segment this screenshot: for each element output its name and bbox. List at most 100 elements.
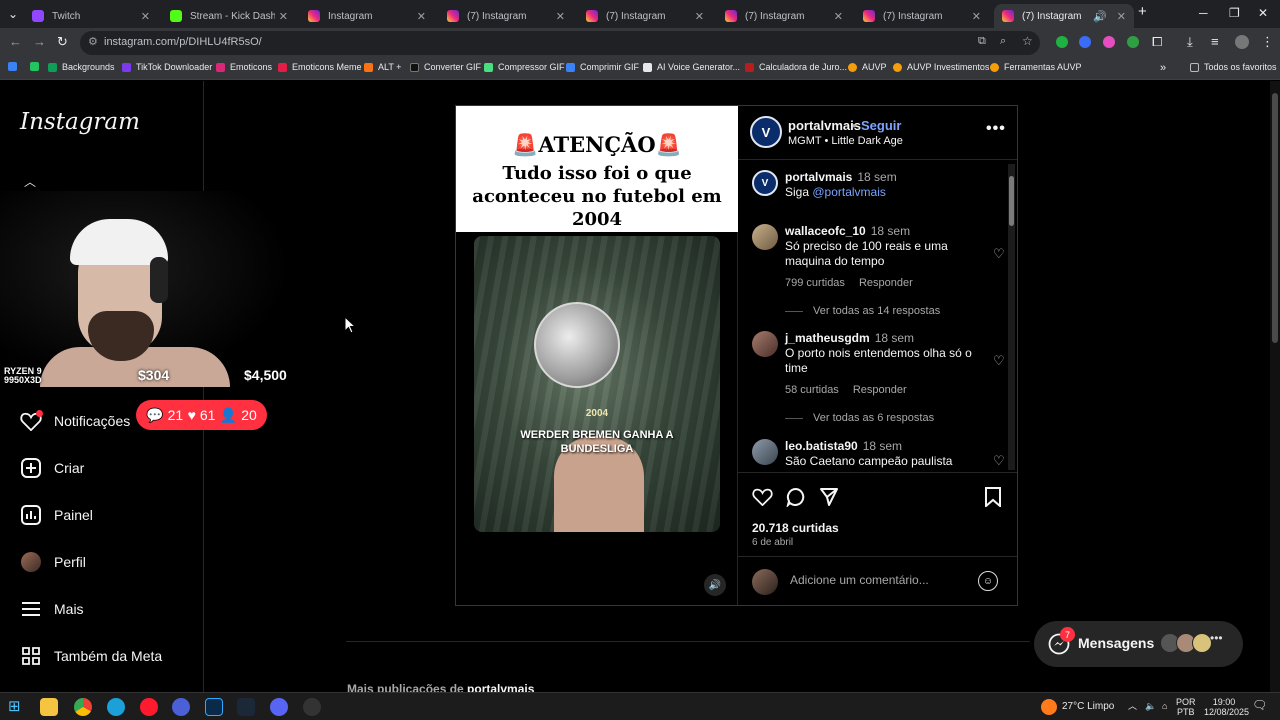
new-tab-button[interactable]: + <box>1138 3 1147 20</box>
tab-instagram[interactable]: (7) Instagram ✕ <box>578 4 712 28</box>
commenter-avatar[interactable] <box>752 224 778 250</box>
comment-username[interactable]: wallaceofc_10 18 sem <box>785 224 910 238</box>
forward-button[interactable]: → <box>33 34 46 49</box>
notification-counts-badge[interactable]: 💬 21 ♥ 61 👤 20 <box>136 400 267 430</box>
extension-icon[interactable] <box>1056 36 1068 48</box>
bookmark-item[interactable]: ALT + <box>364 62 401 72</box>
minimize-button[interactable]: ─ <box>1199 6 1208 20</box>
steam-icon[interactable] <box>237 698 255 716</box>
bookmark-item[interactable]: Compressor GIF <box>484 62 565 72</box>
close-icon[interactable]: ✕ <box>695 10 704 23</box>
tab-instagram[interactable]: (7) Instagram ✕ <box>855 4 989 28</box>
vpn-icon[interactable] <box>172 698 190 716</box>
author-username[interactable]: portalvmais <box>788 118 861 133</box>
opera-icon[interactable] <box>140 698 158 716</box>
chevron-up-icon[interactable]: ︿ <box>1128 701 1137 711</box>
all-favorites[interactable]: Todos os favoritos <box>1190 62 1277 72</box>
media-control-icon[interactable]: ≡ <box>1211 34 1219 49</box>
tab-instagram[interactable]: Instagram ✕ <box>300 4 434 28</box>
extension-icon[interactable] <box>1079 36 1091 48</box>
speaker-icon[interactable]: 🔊 <box>1093 10 1107 23</box>
extensions-puzzle-icon[interactable]: ⧠ <box>1152 34 1162 50</box>
edge-icon[interactable] <box>107 698 125 716</box>
view-replies-link[interactable]: Ver todas as 14 respostas <box>785 305 940 317</box>
tab-kick[interactable]: Stream - Kick Dashboard ✕ <box>162 4 296 28</box>
language-indicator[interactable]: POR PTB <box>1176 697 1196 717</box>
bookmark-item[interactable]: Calculadora de Juro... <box>745 62 847 72</box>
nav-profile[interactable]: Perfil <box>20 551 86 573</box>
tab-instagram[interactable]: (7) Instagram ✕ <box>717 4 851 28</box>
profile-avatar[interactable] <box>1235 35 1249 49</box>
comments-list[interactable]: V portalvmais 18 sem Siga @portalvmais wa… <box>738 160 1017 472</box>
bookmark-item[interactable]: AI Voice Generator... <box>643 62 740 72</box>
comment-username[interactable]: j_matheusgdm 18 sem <box>785 331 914 345</box>
chrome-icon[interactable] <box>74 698 92 716</box>
network-icon[interactable]: ⌂ <box>1162 701 1167 711</box>
download-icon[interactable]: ⤓ <box>1187 34 1193 50</box>
address-bar[interactable]: ⚙ instagram.com/p/DIHLU4fR5sO/ ⧉ ⌕ ☆ <box>80 31 1040 55</box>
close-icon[interactable]: ✕ <box>417 10 426 23</box>
bookmark-item[interactable]: TikTok Downloader <box>122 62 212 72</box>
comment-icon[interactable] <box>786 487 806 512</box>
like-count[interactable]: 20.718 curtidas <box>752 521 839 535</box>
comment-like-icon[interactable]: ♡ <box>993 246 1005 262</box>
commenter-avatar[interactable] <box>752 331 778 357</box>
url-text[interactable]: instagram.com/p/DIHLU4fR5sO/ <box>104 36 262 48</box>
bookmark-item[interactable]: Comprimir GIF <box>566 62 639 72</box>
commenter-avatar[interactable] <box>752 439 778 465</box>
nav-also-from-meta[interactable]: Também da Meta <box>20 645 162 667</box>
bookmark-item[interactable]: Emoticons Meme <box>278 62 362 72</box>
view-replies-link[interactable]: Ver todas as 6 respostas <box>785 412 934 424</box>
discord-icon[interactable] <box>270 698 288 716</box>
reply-button[interactable]: Responder <box>853 384 907 396</box>
reel-media[interactable]: 🚨ATENÇÃO🚨 Tudo isso foi o que aconteceu … <box>456 106 738 605</box>
close-icon[interactable]: ✕ <box>141 10 150 23</box>
close-icon[interactable]: ✕ <box>1117 10 1126 23</box>
close-icon[interactable]: ✕ <box>972 10 981 23</box>
messages-button[interactable]: 7 Mensagens ••• <box>1034 621 1243 667</box>
comment-likes[interactable]: 799 curtidas <box>785 277 845 289</box>
notification-center-icon[interactable]: 🗨 <box>1252 699 1267 711</box>
bookmarks-overflow-icon[interactable]: » <box>1160 62 1166 74</box>
comment-input[interactable]: Adicione um comentário... <box>790 573 929 587</box>
photoshop-icon[interactable] <box>205 698 223 716</box>
zoom-icon[interactable]: ⌕ <box>1000 35 1006 48</box>
author-avatar[interactable]: V <box>750 116 782 148</box>
scrollbar-thumb[interactable] <box>1272 93 1278 343</box>
comment-username[interactable]: leo.batista90 18 sem <box>785 439 902 453</box>
file-explorer-icon[interactable] <box>40 698 58 716</box>
more-options-icon[interactable]: ••• <box>986 120 1006 138</box>
bookmark-item[interactable]: Ferramentas AUVP <box>990 62 1082 72</box>
share-icon[interactable] <box>819 487 839 512</box>
comment-username[interactable]: portalvmais 18 sem <box>785 170 897 184</box>
bookmark-star-icon[interactable]: ☆ <box>1022 34 1033 48</box>
tab-search-icon[interactable]: ⌄ <box>8 7 18 21</box>
like-icon[interactable] <box>752 487 773 511</box>
close-window-button[interactable]: ✕ <box>1258 6 1268 20</box>
mention-link[interactable]: @portalvmais <box>812 185 886 199</box>
music-label[interactable]: MGMT • Little Dark Age <box>788 135 903 147</box>
nav-more[interactable]: Mais <box>20 598 84 620</box>
clock[interactable]: 19:00 12/08/2025 <box>1204 697 1249 717</box>
close-icon[interactable]: ✕ <box>556 10 565 23</box>
volume-icon[interactable]: 🔊 <box>704 574 726 596</box>
emoji-icon[interactable]: ☺ <box>978 571 998 591</box>
speaker-icon[interactable]: 🔈 <box>1145 701 1156 711</box>
weather-text[interactable]: 27°C Limpo <box>1062 701 1114 712</box>
comment-like-icon[interactable]: ♡ <box>993 353 1005 369</box>
tab-twitch[interactable]: Twitch ✕ <box>24 4 158 28</box>
windows-start-icon[interactable]: ⊞ <box>8 697 26 715</box>
extension-icon[interactable] <box>1103 36 1115 48</box>
extension-icon[interactable] <box>1127 36 1139 48</box>
tab-instagram-active[interactable]: (7) Instagram 🔊 ✕ <box>994 4 1134 28</box>
bookmark-app-icon[interactable] <box>30 62 44 71</box>
reload-button[interactable]: ↻ <box>57 34 68 50</box>
page-scrollbar[interactable] <box>1270 81 1280 692</box>
tab-instagram[interactable]: (7) Instagram ✕ <box>439 4 573 28</box>
reply-button[interactable]: Responder <box>859 277 913 289</box>
obs-icon[interactable] <box>303 698 321 716</box>
chrome-menu-icon[interactable]: ⋮ <box>1261 34 1274 50</box>
bookmark-item[interactable]: Converter GIF <box>410 62 481 72</box>
bookmark-app-icon[interactable] <box>8 62 22 71</box>
comment-likes[interactable]: 58 curtidas <box>785 384 839 396</box>
